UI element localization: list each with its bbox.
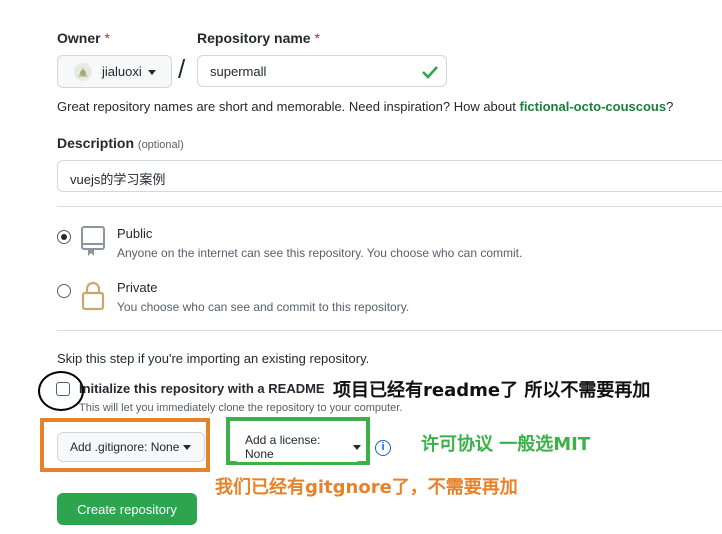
owner-repo-separator: / <box>178 54 186 84</box>
create-repository-button[interactable]: Create repository <box>57 493 197 525</box>
skip-text: Skip this step if you're importing an ex… <box>57 351 370 366</box>
public-title: Public <box>117 226 153 241</box>
init-title: Initialize this repository with a README <box>79 381 325 396</box>
suggested-name-link[interactable]: fictional-octo-couscous <box>519 99 666 114</box>
gitignore-dropdown[interactable]: Add .gitignore: None <box>57 432 205 462</box>
private-desc: You choose who can see and commit to thi… <box>117 300 410 314</box>
owner-dropdown[interactable]: jialuoxi <box>57 55 172 88</box>
name-suggestion: Great repository names are short and mem… <box>57 99 674 114</box>
repo-name-label: Repository name * <box>197 30 320 46</box>
repo-name-value: supermall <box>210 64 267 79</box>
public-radio[interactable] <box>57 230 71 244</box>
repo-name-input[interactable]: supermall <box>197 55 447 87</box>
check-icon <box>422 66 438 79</box>
owner-label: Owner * <box>57 30 110 46</box>
divider <box>57 206 722 207</box>
lock-icon <box>81 281 105 311</box>
license-dropdown[interactable]: Add a license: None <box>233 432 361 462</box>
annotation-gitignore: 我们已经有gitgnore了，不需要再加 <box>215 477 518 498</box>
annotation-license: 许可协议 一般选MIT <box>421 434 591 455</box>
chevron-down-icon <box>353 444 361 450</box>
chevron-down-icon <box>148 70 156 75</box>
init-desc: This will let you immediately clone the … <box>79 402 403 414</box>
description-input[interactable]: vuejs的学习案例 <box>57 160 722 192</box>
owner-name: jialuoxi <box>102 64 142 79</box>
description-label: Description (optional) <box>57 135 184 151</box>
chevron-down-icon <box>183 444 192 450</box>
avatar <box>74 63 92 81</box>
repo-book-icon <box>81 226 105 256</box>
divider <box>57 330 722 331</box>
description-value: vuejs的学习案例 <box>70 172 166 187</box>
readme-checkbox[interactable] <box>56 382 70 396</box>
annotation-readme: 项目已经有readme了 所以不需要再加 <box>333 380 651 401</box>
private-radio[interactable] <box>57 284 71 298</box>
info-icon[interactable]: i <box>375 440 391 456</box>
public-desc: Anyone on the internet can see this repo… <box>117 246 523 260</box>
private-title: Private <box>117 280 158 295</box>
